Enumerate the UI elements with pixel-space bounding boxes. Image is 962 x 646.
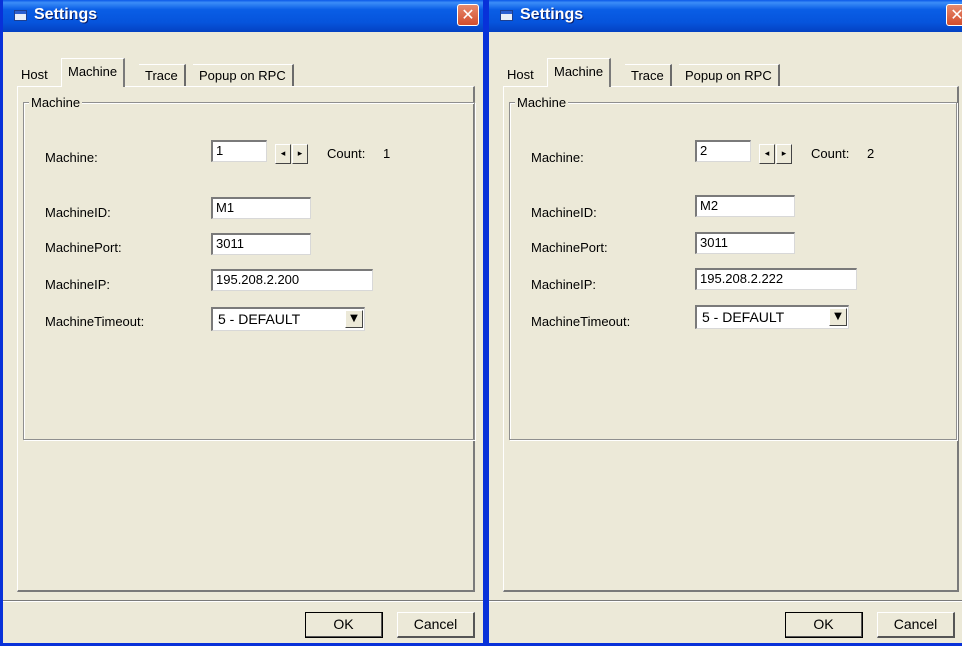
window-title: Settings — [34, 6, 98, 23]
count-value: 2 — [867, 146, 875, 161]
spin-prev-button[interactable]: ◂ — [759, 144, 775, 164]
settings-window-1: Settings ✕ Host Machine Trace Popup on R… — [0, 0, 486, 646]
machine-timeout-value: 5 - DEFAULT — [218, 311, 301, 327]
machine-id-field[interactable]: M2 — [695, 195, 795, 217]
tab-machine[interactable]: Machine — [61, 58, 126, 87]
cancel-button[interactable]: Cancel — [877, 612, 955, 638]
tab-host[interactable]: Host — [503, 64, 538, 86]
spin-prev-button[interactable]: ◂ — [275, 144, 291, 164]
chevron-down-icon: ▼ — [834, 311, 842, 322]
tab-host[interactable]: Host — [17, 64, 52, 86]
count-value: 1 — [383, 146, 391, 161]
spin-next-button[interactable]: ▸ — [292, 144, 308, 164]
machine-timeout-select[interactable]: 5 - DEFAULT ▼ — [211, 307, 365, 331]
machine-port-label: MachinePort: — [531, 240, 608, 255]
close-icon: ✕ — [461, 5, 475, 24]
machine-ip-label: MachineIP: — [45, 277, 111, 292]
machine-label: Machine: — [45, 150, 98, 165]
machine-port-field[interactable]: 3011 — [695, 232, 795, 254]
machine-ip-field[interactable]: 195.208.2.200 — [211, 269, 373, 291]
close-icon: ✕ — [950, 5, 962, 24]
machine-index-field[interactable]: 2 — [695, 140, 751, 162]
tab-trace[interactable]: Trace — [625, 64, 672, 87]
machine-id-field[interactable]: M1 — [211, 197, 311, 219]
tab-popup-on-rpc[interactable]: Popup on RPC — [193, 64, 294, 87]
machine-ip-label: MachineIP: — [531, 277, 597, 292]
groupbox-title: Machine — [29, 95, 83, 110]
machine-ip-field[interactable]: 195.208.2.222 — [695, 268, 857, 290]
spin-next-button[interactable]: ▸ — [776, 144, 792, 164]
arrow-left-icon: ◂ — [280, 149, 286, 159]
machine-port-label: MachinePort: — [45, 240, 122, 255]
machine-spinner: ◂ ▸ — [275, 144, 309, 166]
title-bar[interactable]: Settings ✕ — [489, 0, 962, 32]
settings-window-2: Settings ✕ Host Machine Trace Popup on R… — [486, 0, 962, 646]
arrow-right-icon: ▸ — [297, 149, 303, 159]
close-button[interactable]: ✕ — [946, 4, 962, 26]
machine-timeout-value: 5 - DEFAULT — [702, 309, 785, 325]
machine-timeout-select[interactable]: 5 - DEFAULT ▼ — [695, 305, 849, 329]
dropdown-button[interactable]: ▼ — [345, 310, 363, 328]
machine-index-field[interactable]: 1 — [211, 140, 267, 162]
machine-timeout-label: MachineTimeout: — [45, 314, 145, 329]
title-bar[interactable]: Settings ✕ — [3, 0, 483, 32]
ok-button[interactable]: OK — [305, 612, 383, 638]
window-icon — [14, 10, 27, 21]
groupbox-title: Machine — [515, 95, 569, 110]
machine-id-label: MachineID: — [531, 205, 597, 220]
close-button[interactable]: ✕ — [457, 4, 479, 26]
machine-timeout-label: MachineTimeout: — [531, 314, 631, 329]
window-icon — [500, 10, 513, 21]
dropdown-button[interactable]: ▼ — [829, 308, 847, 326]
tab-popup-on-rpc[interactable]: Popup on RPC — [679, 64, 780, 87]
cancel-button[interactable]: Cancel — [397, 612, 475, 638]
count-label: Count: — [811, 146, 850, 161]
machine-port-field[interactable]: 3011 — [211, 233, 311, 255]
window-title: Settings — [520, 6, 584, 23]
machine-spinner: ◂ ▸ — [759, 144, 793, 166]
ok-button[interactable]: OK — [785, 612, 863, 638]
tab-machine[interactable]: Machine — [547, 58, 612, 87]
machine-id-label: MachineID: — [45, 205, 111, 220]
machine-label: Machine: — [531, 150, 584, 165]
tab-trace[interactable]: Trace — [139, 64, 186, 87]
footer-separator — [3, 600, 483, 602]
chevron-down-icon: ▼ — [350, 313, 358, 324]
arrow-left-icon: ◂ — [764, 149, 770, 159]
arrow-right-icon: ▸ — [781, 149, 787, 159]
footer-separator — [489, 600, 962, 602]
count-label: Count: — [327, 146, 366, 161]
